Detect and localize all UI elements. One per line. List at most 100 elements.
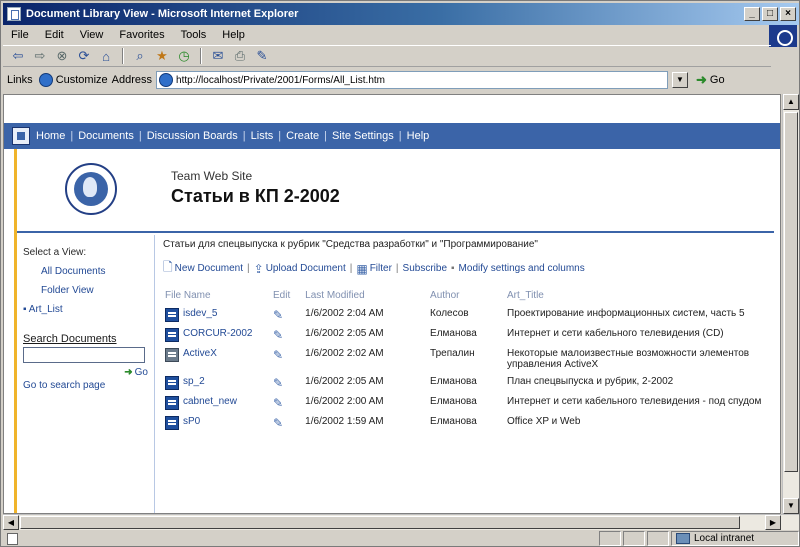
nav-help[interactable]: Help	[407, 130, 430, 142]
intranet-zone-icon	[676, 533, 690, 544]
table-row: sp_2 ✎ 1/6/2002 2:05 AM Елманова План сп…	[163, 374, 775, 394]
view-folder[interactable]: Folder View	[41, 285, 154, 296]
edit-document-icon[interactable]: ✎	[273, 348, 283, 362]
menu-help[interactable]: Help	[214, 29, 253, 41]
go-to-search-page-link[interactable]: Go to search page	[23, 380, 154, 391]
back-icon[interactable]: ⇦	[9, 47, 27, 65]
nav-documents[interactable]: Documents	[78, 130, 134, 142]
column-file-name[interactable]: File Name	[163, 289, 271, 306]
toolbar-separator	[122, 48, 124, 64]
file-name-link[interactable]: sP0	[183, 416, 200, 427]
document-table: File Name Edit Last Modified Author Art_…	[163, 289, 775, 434]
scroll-thumb[interactable]	[784, 112, 798, 472]
site-name[interactable]: Team Web Site	[171, 169, 252, 183]
subscribe-button[interactable]: Subscribe	[403, 263, 447, 274]
go-button[interactable]: ➜ Go	[696, 72, 725, 88]
scroll-thumb[interactable]	[20, 516, 740, 529]
list-link-art-list[interactable]: ▪ Art_List	[23, 304, 154, 315]
minimize-button[interactable]: _	[744, 7, 760, 21]
last-modified-cell: 1/6/2002 2:02 AM	[305, 348, 384, 359]
ie-document-icon	[7, 7, 21, 21]
word-document-icon[interactable]	[165, 416, 179, 430]
nav-lists[interactable]: Lists	[251, 130, 274, 142]
file-name-link[interactable]: ActiveX	[183, 348, 217, 359]
author-cell: Колесов	[430, 308, 469, 319]
sharepoint-logo-icon	[12, 127, 30, 145]
author-cell: Елманова	[430, 416, 477, 427]
new-document-button[interactable]: New Document	[175, 263, 243, 274]
menu-view[interactable]: View	[72, 29, 112, 41]
column-art-title[interactable]: Art_Title	[505, 289, 775, 306]
nav-site-settings[interactable]: Site Settings	[332, 130, 394, 142]
word-document-icon[interactable]	[165, 376, 179, 390]
status-bar: Local intranet	[3, 530, 799, 547]
address-bar: Links Customize Address http://localhost…	[3, 68, 799, 92]
art-title-cell: Проектирование информационных систем, ча…	[507, 308, 745, 319]
upload-icon: ⇪	[253, 261, 264, 276]
file-name-link[interactable]: CORCUR-2002	[183, 328, 252, 339]
edit-document-icon[interactable]: ✎	[273, 308, 283, 322]
menu-tools[interactable]: Tools	[173, 29, 215, 41]
links-customize[interactable]: Customize	[38, 73, 108, 87]
horizontal-scrollbar[interactable]: ◀ ▶	[3, 514, 799, 530]
nav-discussion-boards[interactable]: Discussion Boards	[147, 130, 238, 142]
address-input[interactable]: http://localhost/Private/2001/Forms/All_…	[156, 71, 669, 89]
page-content: Home | Documents | Discussion Boards | L…	[3, 94, 781, 514]
favorites-icon[interactable]: ★	[153, 47, 171, 65]
refresh-icon[interactable]: ⟳	[75, 47, 93, 65]
search-icon[interactable]: ⌕	[131, 47, 149, 65]
stop-icon[interactable]: ⊗	[53, 47, 71, 65]
edit-document-icon[interactable]: ✎	[273, 396, 283, 410]
upload-document-button[interactable]: Upload Document	[266, 263, 346, 274]
mail-icon[interactable]: ✉	[209, 47, 227, 65]
menu-file[interactable]: File	[3, 29, 37, 41]
edit-document-icon[interactable]: ✎	[273, 416, 283, 430]
security-zone-panel: Local intranet	[671, 531, 799, 546]
word-document-icon[interactable]	[165, 308, 179, 322]
vertical-scrollbar[interactable]: ▲ ▼	[782, 94, 799, 514]
window-title: Document Library View - Microsoft Intern…	[26, 8, 299, 20]
file-name-link[interactable]: sp_2	[183, 376, 205, 387]
edit-icon[interactable]: ✎	[253, 47, 271, 65]
column-author[interactable]: Author	[428, 289, 505, 306]
art-title-cell: Office XP и Web	[507, 416, 581, 427]
file-name-link[interactable]: isdev_5	[183, 308, 217, 319]
modify-settings-button[interactable]: Modify settings and columns	[459, 263, 585, 274]
edit-document-icon[interactable]: ✎	[273, 376, 283, 390]
search-input[interactable]	[23, 347, 145, 363]
view-all-documents[interactable]: All Documents	[41, 266, 154, 277]
last-modified-cell: 1/6/2002 2:04 AM	[305, 308, 384, 319]
scroll-down-button[interactable]: ▼	[783, 498, 799, 514]
generic-document-icon[interactable]	[165, 348, 179, 362]
column-last-modified[interactable]: Last Modified	[303, 289, 428, 306]
word-document-icon[interactable]	[165, 396, 179, 410]
forward-icon[interactable]: ⇨	[31, 47, 49, 65]
scroll-left-button[interactable]: ◀	[3, 515, 19, 530]
author-cell: Елманова	[430, 376, 477, 387]
print-icon[interactable]: ⎙	[231, 47, 249, 65]
site-header: Team Web Site Статьи в КП 2-2002	[17, 159, 774, 233]
search-go-button[interactable]: ➜ Go	[23, 367, 148, 378]
address-dropdown-button[interactable]: ▼	[672, 72, 689, 88]
history-icon[interactable]: ◷	[175, 47, 193, 65]
table-row: ActiveX ✎ 1/6/2002 2:02 AM Трепалин Неко…	[163, 346, 775, 374]
edit-document-icon[interactable]: ✎	[273, 328, 283, 342]
menu-edit[interactable]: Edit	[37, 29, 72, 41]
title-bar: Document Library View - Microsoft Intern…	[3, 3, 799, 25]
word-document-icon[interactable]	[165, 328, 179, 342]
select-view-label: Select a View:	[23, 247, 87, 258]
home-icon[interactable]: ⌂	[97, 47, 115, 65]
nav-home[interactable]: Home	[36, 130, 65, 142]
menu-favorites[interactable]: Favorites	[111, 29, 172, 41]
close-button[interactable]: ×	[780, 7, 796, 21]
go-arrow-icon: ➜	[696, 72, 707, 87]
filter-button[interactable]: Filter	[370, 263, 392, 274]
last-modified-cell: 1/6/2002 2:00 AM	[305, 396, 384, 407]
scroll-right-button[interactable]: ▶	[765, 515, 781, 530]
nav-create[interactable]: Create	[286, 130, 319, 142]
sharepoint-top-nav: Home | Documents | Discussion Boards | L…	[4, 123, 780, 149]
file-name-link[interactable]: cabnet_new	[183, 396, 237, 407]
scroll-up-button[interactable]: ▲	[783, 94, 799, 110]
status-panel	[647, 531, 669, 546]
maximize-button[interactable]: □	[762, 7, 778, 21]
